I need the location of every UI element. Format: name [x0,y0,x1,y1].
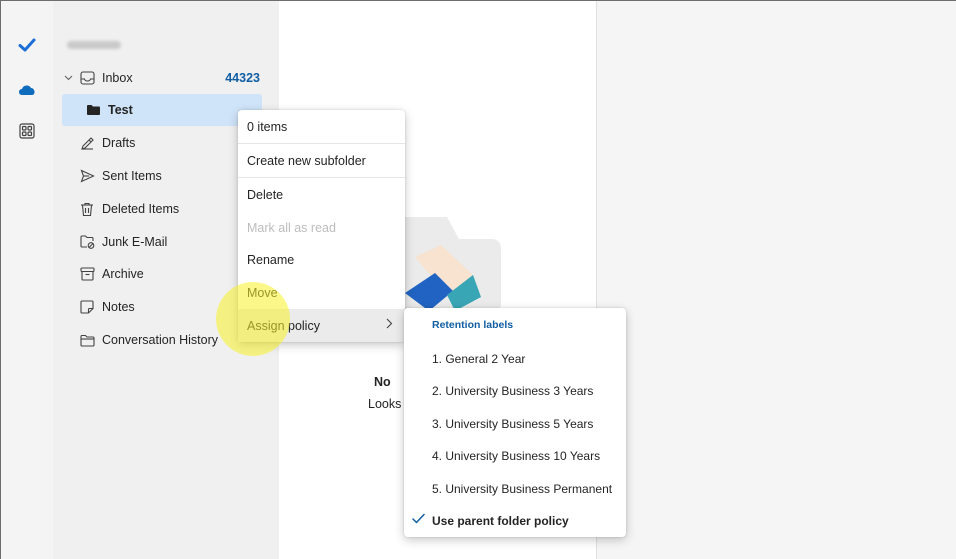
folder-label: Conversation History [102,333,219,347]
folder-label: Inbox [102,71,133,85]
retention-option-label: 4. University Business 10 Years [432,448,601,463]
folder-label: Sent Items [102,169,162,183]
menu-item-label: Delete [247,187,284,202]
menu-item-delete[interactable]: Delete [238,178,405,211]
archive-icon [78,265,96,283]
retention-option-label: Use parent folder policy [432,513,569,528]
menu-item-label: Create new subfolder [247,153,366,168]
menu-item-item-count: 0 items [238,110,405,143]
checkmark-icon [412,513,425,527]
folder-filled-icon [84,101,102,119]
folder-label: Test [108,103,133,117]
menu-item-mark-all-read: Mark all as read [238,211,405,244]
chevron-right-icon [386,318,393,332]
onedrive-icon[interactable] [15,77,39,101]
menu-item-label: Rename [247,252,295,267]
todo-icon[interactable] [15,33,39,57]
notes-icon [78,298,96,316]
drafts-icon [78,134,96,152]
menu-item-rename[interactable]: Rename [238,243,405,276]
retention-option[interactable]: 2. University Business 3 Years [404,374,626,407]
retention-option-label: 5. University Business Permanent [432,481,613,496]
retention-option-label: 1. General 2 Year [432,351,526,366]
empty-title: No [374,375,391,389]
retention-option-parent-policy[interactable]: Use parent folder policy [404,504,626,537]
retention-option[interactable]: 4. University Business 10 Years [404,439,626,472]
menu-item-label: 0 items [247,119,288,134]
empty-folder-illustration [395,217,501,313]
apps-icon[interactable] [15,119,39,143]
folder-icon [78,331,96,349]
chevron-down-icon[interactable] [62,69,74,87]
reading-pane [597,1,956,559]
retention-labels-submenu: Retention labels 1. General 2 Year 2. Un… [404,308,626,537]
inbox-icon [78,69,96,87]
folder-label: Junk E-Mail [102,235,168,249]
retention-option[interactable]: 1. General 2 Year [404,342,626,375]
menu-item-label: Mark all as read [247,220,336,235]
app-rail [1,1,53,559]
account-header[interactable] [67,37,121,53]
submenu-heading: Retention labels [432,319,514,331]
folder-label: Archive [102,267,144,281]
retention-option-label: 3. University Business 5 Years [432,416,594,431]
junk-icon [78,233,96,251]
folder-label: Deleted Items [102,202,180,216]
folder-inbox[interactable]: Inbox 44323 [62,62,262,94]
folder-context-menu: 0 items Create new subfolder Delete Mark… [238,110,405,342]
menu-item-create-subfolder[interactable]: Create new subfolder [238,144,405,177]
retention-option-label: 2. University Business 3 Years [432,383,594,398]
account-name-redacted [67,41,121,49]
retention-option[interactable]: 3. University Business 5 Years [404,407,626,440]
retention-option[interactable]: 5. University Business Permanent [404,472,626,505]
send-icon [78,167,96,185]
folder-label: Drafts [102,136,136,150]
folder-test[interactable]: Test [62,94,262,126]
menu-item-assign-policy[interactable]: Assign policy [238,309,405,342]
menu-item-move[interactable]: Move [238,276,405,309]
menu-item-label: Move [247,285,278,300]
folder-label: Notes [102,300,135,314]
trash-icon [78,200,96,218]
empty-subtitle: Looks [368,397,402,411]
menu-item-label: Assign policy [247,318,320,333]
unread-count: 44323 [225,71,260,85]
